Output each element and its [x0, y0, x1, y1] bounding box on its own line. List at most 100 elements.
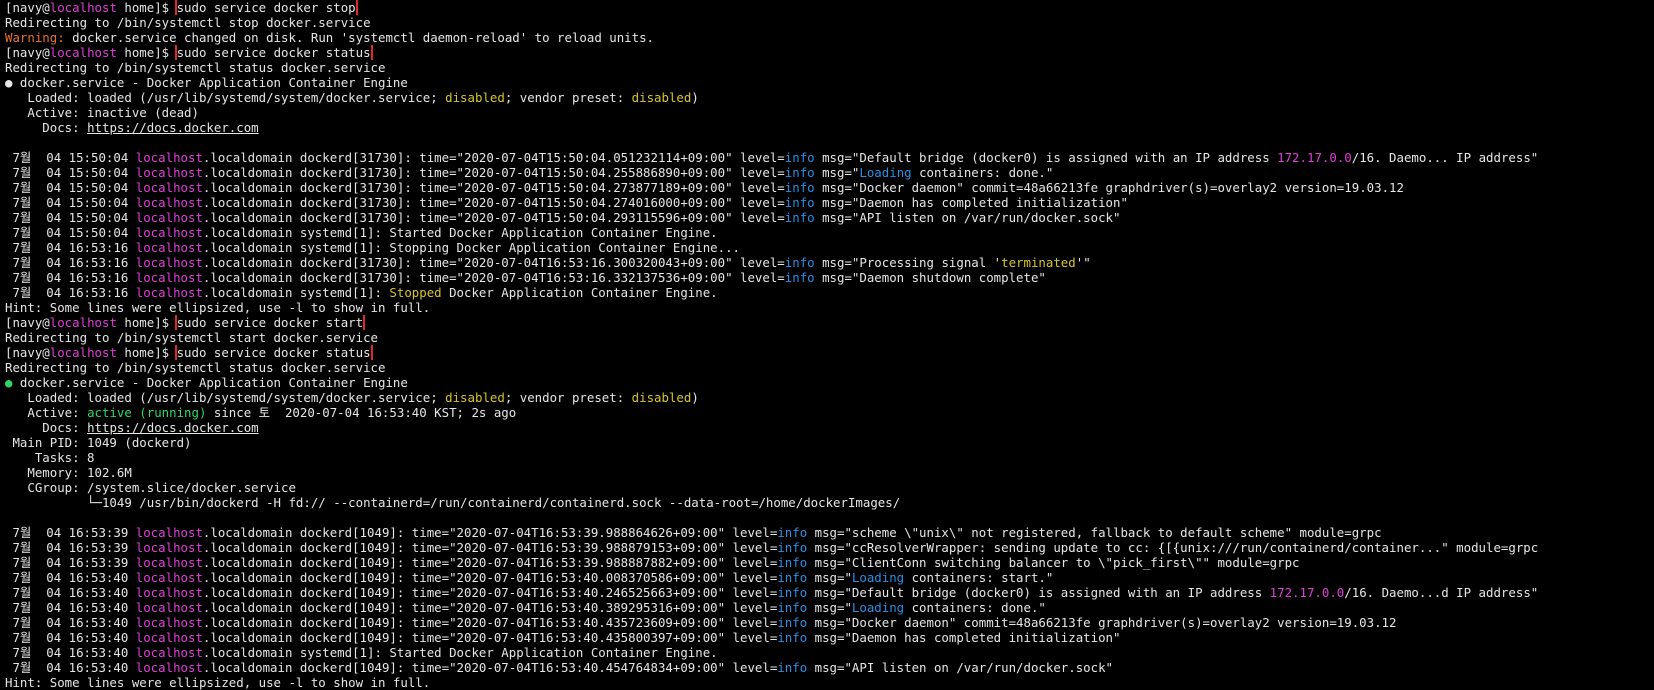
terminal-line: 7월 04 15:50:04 localhost.localdomain doc… — [5, 210, 1654, 225]
terminal-text: CGroup: /system.slice/docker.service — [5, 480, 296, 495]
terminal-text: active (running) — [87, 405, 207, 420]
terminal-text: Loading — [851, 570, 905, 585]
hostname: localhost — [135, 525, 203, 540]
terminal-text: 7월 04 15:50:04 — [5, 165, 136, 180]
terminal-line: 7월 04 16:53:39 localhost.localdomain doc… — [5, 525, 1654, 540]
terminal-text: .localdomain dockerd[31730]: time="2020-… — [202, 165, 785, 180]
terminal-text: [navy@ — [5, 345, 50, 360]
terminal-text: msg="Default bridge (docker0) is assigne… — [814, 150, 1278, 165]
terminal-text: Warning: — [5, 30, 65, 45]
terminal-text: home]$ — [116, 345, 177, 360]
terminal-line: 7월 04 16:53:16 localhost.localdomain sys… — [5, 285, 1654, 300]
terminal-line: Warning: docker.service changed on disk.… — [5, 30, 1654, 45]
terminal-text: 7월 04 16:53:40 — [5, 570, 136, 585]
log-level: info — [777, 600, 808, 615]
hostname: localhost — [135, 210, 203, 225]
terminal-text: Active: inactive (dead) — [5, 105, 199, 120]
terminal-text: containers: done." — [911, 165, 1054, 180]
terminal-line: 7월 04 16:53:39 localhost.localdomain doc… — [5, 540, 1654, 555]
terminal-text: Loading — [859, 165, 912, 180]
terminal-text: Active: — [5, 405, 88, 420]
hostname: localhost — [135, 570, 203, 585]
log-level: info — [777, 585, 808, 600]
terminal-text: disabled — [631, 390, 692, 405]
terminal-text: 7월 04 16:53:40 — [5, 585, 136, 600]
terminal-text: Tasks: 8 — [5, 450, 95, 465]
terminal-line: Redirecting to /bin/systemctl start dock… — [5, 330, 1654, 345]
hostname: localhost — [49, 45, 117, 60]
terminal-text: Stopped — [389, 285, 442, 300]
terminal-text: 7월 04 16:53:40 — [5, 615, 136, 630]
terminal-text: Hint: Some lines were ellipsized, use -l… — [5, 675, 431, 690]
terminal-text: home]$ — [116, 0, 177, 15]
terminal-text: disabled — [445, 390, 505, 405]
terminal-text: .localdomain dockerd[31730]: time="2020-… — [202, 195, 785, 210]
terminal-text: since 토 2020-07-04 16:53:40 KST; 2s ago — [206, 405, 517, 420]
terminal-line: 7월 04 16:53:16 localhost.localdomain doc… — [5, 255, 1654, 270]
log-level: info — [777, 570, 808, 585]
terminal-text: msg=" — [807, 600, 852, 615]
highlighted-command: sudo service docker status — [174, 345, 373, 360]
terminal-line: 7월 04 16:53:40 localhost.localdomain doc… — [5, 630, 1654, 645]
terminal-text: 7월 04 16:53:39 — [5, 525, 136, 540]
terminal-text: msg="Daemon has completed initialization… — [807, 630, 1121, 645]
terminal-line: 7월 04 16:53:40 localhost.localdomain doc… — [5, 660, 1654, 675]
terminal-line: Redirecting to /bin/systemctl status doc… — [5, 360, 1654, 375]
log-level: info — [784, 270, 815, 285]
terminal-text: /16. Daemo... IP address" — [1351, 150, 1539, 165]
hostname: localhost — [135, 660, 203, 675]
terminal-line: 7월 04 15:50:04 localhost.localdomain doc… — [5, 195, 1654, 210]
terminal-text: docker.service - Docker Application Cont… — [12, 375, 408, 390]
terminal-text: 7월 04 15:50:04 — [5, 195, 136, 210]
docs-link[interactable]: https://docs.docker.com — [87, 120, 259, 135]
terminal-text: msg="scheme \"unix\" not registered, fal… — [807, 525, 1382, 540]
hostname: localhost — [135, 225, 203, 240]
terminal-text: Memory: 102.6M — [5, 465, 132, 480]
terminal-text: 7월 04 16:53:40 — [5, 660, 136, 675]
hostname: localhost — [49, 315, 117, 330]
terminal-text: 7월 04 16:53:16 — [5, 255, 136, 270]
hostname: localhost — [49, 0, 117, 15]
terminal-text: ; vendor preset: — [504, 90, 632, 105]
terminal-text: 7월 04 16:53:40 — [5, 645, 136, 660]
terminal-line: Memory: 102.6M — [5, 465, 1654, 480]
terminal-window[interactable]: [navy@localhost home]$ sudo service dock… — [0, 0, 1654, 690]
terminal-text: msg="Daemon has completed initialization… — [814, 195, 1128, 210]
terminal-text: .localdomain dockerd[1049]: time="2020-0… — [202, 525, 778, 540]
hostname: localhost — [135, 555, 203, 570]
terminal-text: .localdomain dockerd[31730]: time="2020-… — [202, 180, 785, 195]
terminal-text: msg="API listen on /var/run/docker.sock" — [814, 210, 1121, 225]
terminal-text: disabled — [631, 90, 692, 105]
terminal-text: .localdomain systemd[1]: Started Docker … — [202, 225, 718, 240]
hostname: localhost — [135, 630, 203, 645]
terminal-line: 7월 04 16:53:40 localhost.localdomain doc… — [5, 615, 1654, 630]
terminal-text: msg="Daemon shutdown complete" — [814, 270, 1046, 285]
terminal-text: .localdomain systemd[1]: Stopping Docker… — [202, 240, 741, 255]
highlighted-command: sudo service docker status — [174, 45, 373, 60]
terminal-text: 7월 04 16:53:16 — [5, 270, 136, 285]
terminal-text: ) — [691, 90, 699, 105]
hostname: localhost — [135, 180, 203, 195]
terminal-text: msg="Docker daemon" commit=48a66213fe gr… — [814, 180, 1404, 195]
terminal-text: .localdomain systemd[1]: Started Docker … — [202, 645, 718, 660]
docs-link[interactable]: https://docs.docker.com — [87, 420, 259, 435]
terminal-line: 7월 04 15:50:04 localhost.localdomain doc… — [5, 180, 1654, 195]
terminal-line: Main PID: 1049 (dockerd) — [5, 435, 1654, 450]
terminal-text: .localdomain dockerd[1049]: time="2020-0… — [202, 585, 778, 600]
terminal-text: .localdomain dockerd[1049]: time="2020-0… — [202, 615, 778, 630]
terminal-text: '" — [1075, 255, 1091, 270]
terminal-line: ● docker.service - Docker Application Co… — [5, 75, 1654, 90]
terminal-text: containers: done." — [904, 600, 1046, 615]
hostname: localhost — [135, 540, 203, 555]
log-level: info — [777, 525, 808, 540]
terminal-text: Redirecting to /bin/systemctl status doc… — [5, 60, 386, 75]
terminal-text: Redirecting to /bin/systemctl stop docke… — [5, 15, 371, 30]
terminal-line: Redirecting to /bin/systemctl status doc… — [5, 60, 1654, 75]
terminal-text: [navy@ — [5, 0, 50, 15]
terminal-text: msg="API listen on /var/run/docker.sock" — [807, 660, 1114, 675]
log-level: info — [784, 150, 815, 165]
terminal-line: CGroup: /system.slice/docker.service — [5, 480, 1654, 495]
terminal-text: 7월 04 16:53:40 — [5, 600, 136, 615]
terminal-line: Loaded: loaded (/usr/lib/systemd/system/… — [5, 390, 1654, 405]
